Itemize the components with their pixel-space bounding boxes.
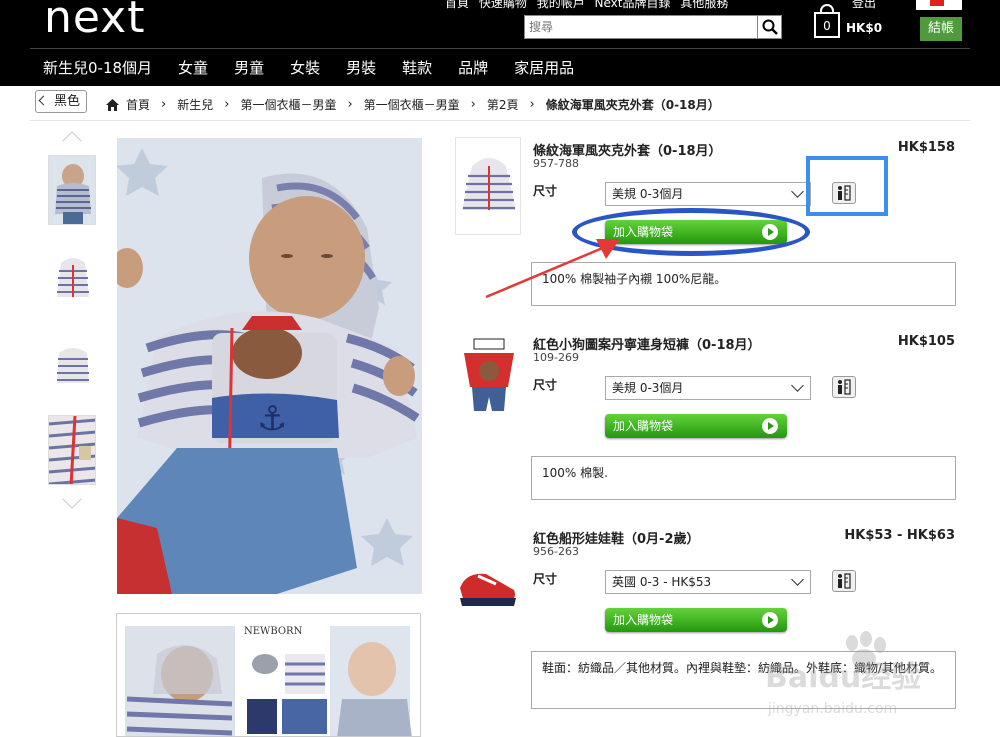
breadcrumb-first-wardrobe-2[interactable]: 第一個衣櫃－男童 — [364, 96, 460, 113]
nav-item-brands[interactable]: 品牌 — [445, 52, 501, 84]
product-description: 100% 棉製. — [531, 456, 956, 500]
add-to-bag-label: 加入購物袋 — [613, 419, 674, 433]
thumbnail-image — [57, 348, 89, 383]
thumbnail-3[interactable] — [48, 328, 96, 398]
search-icon — [762, 19, 778, 35]
product-code: 957-788 — [533, 157, 579, 170]
nav-item-men[interactable]: 男裝 — [333, 52, 389, 84]
top-link-services[interactable]: 其他服務 — [680, 0, 728, 10]
thumbnail-1[interactable] — [48, 155, 96, 225]
size-select-value: 英國 0-3 - HK$53 — [612, 575, 712, 589]
product-thumb-jacket[interactable] — [455, 137, 521, 235]
collage-image: NEWBORN — [125, 626, 412, 736]
nav-item-women[interactable]: 女裝 — [277, 52, 333, 84]
breadcrumb-separator-icon: › — [224, 97, 230, 112]
product-price: HK$53 - HK$63 — [844, 528, 955, 543]
top-link-account[interactable]: 我的帳戶 — [537, 0, 585, 10]
outfit-collage[interactable]: NEWBORN — [116, 613, 421, 737]
breadcrumb-home[interactable]: 首頁 — [126, 96, 150, 113]
search-button[interactable] — [757, 16, 781, 38]
svg-text:⚓: ⚓ — [257, 399, 287, 439]
arrow-right-icon — [762, 418, 778, 434]
size-select[interactable]: 美規 0-3個月 — [605, 376, 811, 400]
add-to-bag-button[interactable]: 加入購物袋 — [605, 414, 787, 438]
chevron-down-icon — [791, 573, 804, 586]
bag-total: HK$0 — [846, 21, 883, 35]
next-logo[interactable]: next — [44, 0, 145, 43]
product-thumb-shoes[interactable] — [455, 525, 521, 623]
site-header: next 首頁 快速購物 我的帳戶 Next品牌目錄 其他服務 登出 0 HK$… — [0, 0, 1000, 86]
breadcrumb-divider — [30, 120, 970, 121]
nav-divider — [30, 48, 970, 49]
baby-jacket-photo: ⚓ — [117, 138, 422, 594]
size-label: 尺寸 — [533, 378, 558, 392]
breadcrumb-page-2[interactable]: 第2頁 — [487, 96, 519, 113]
size-label: 尺寸 — [533, 572, 558, 586]
shoes-image — [460, 573, 516, 606]
breadcrumb-separator-icon: › — [347, 97, 353, 112]
breadcrumb-separator-icon: › — [529, 97, 535, 112]
thumbnail-image — [57, 258, 89, 297]
top-links: 首頁 快速購物 我的帳戶 Next品牌目錄 其他服務 — [445, 0, 734, 11]
nav-item-home[interactable]: 家居用品 — [501, 52, 587, 84]
watermark-url: jingyan.baidu.com — [767, 701, 897, 717]
baidu-paw-logo: Baidu经验 jingyan.baidu.com — [765, 631, 921, 717]
chevron-down-icon — [791, 379, 804, 392]
checkout-button[interactable]: 結帳 — [920, 17, 962, 41]
size-select-value: 美規 0-3個月 — [612, 381, 684, 395]
product-code: 956-263 — [533, 545, 579, 558]
product-code: 109-269 — [533, 351, 579, 364]
nav-item-boys[interactable]: 男童 — [221, 52, 277, 84]
product-price: HK$158 — [897, 140, 955, 155]
annotation-arrow-icon — [485, 239, 620, 299]
size-guide-icon — [838, 379, 851, 395]
logout-link[interactable]: 登出 — [852, 0, 876, 11]
main-nav: 新生兒0-18個月 女童 男童 女裝 男裝 鞋款 品牌 家居用品 — [30, 52, 587, 84]
thumbnail-image — [49, 416, 95, 484]
breadcrumb-first-wardrobe[interactable]: 第一個衣櫃－男童 — [240, 96, 336, 113]
collage-title: NEWBORN — [244, 626, 303, 637]
size-guide-icon — [838, 573, 851, 589]
top-link-home[interactable]: 首頁 — [445, 0, 469, 10]
breadcrumb-separator-icon: › — [161, 97, 167, 112]
breadcrumb-separator-icon: › — [470, 97, 476, 112]
chevron-down-icon — [791, 185, 804, 198]
thumbs-up-arrow-icon[interactable] — [62, 131, 82, 151]
search-input[interactable] — [525, 16, 755, 38]
size-select[interactable]: 美規 0-3個月 — [605, 182, 811, 206]
home-icon — [106, 98, 119, 111]
add-to-bag-label: 加入購物袋 — [613, 613, 674, 627]
breadcrumb-current: 條紋海軍風夾克外套（0-18月） — [545, 98, 720, 112]
thumbnail-4[interactable] — [48, 415, 96, 485]
top-link-quick-shop[interactable]: 快速購物 — [479, 0, 527, 10]
size-select[interactable]: 英國 0-3 - HK$53 — [605, 570, 811, 594]
jacket-image — [462, 158, 516, 210]
size-guide-button[interactable] — [832, 570, 856, 592]
romper-image — [464, 338, 514, 411]
search-box — [524, 15, 782, 39]
size-guide-button[interactable] — [832, 376, 856, 398]
top-link-catalogue[interactable]: Next品牌目錄 — [595, 0, 671, 10]
main-product-image[interactable]: ⚓ — [117, 138, 422, 594]
breadcrumb-newborn[interactable]: 新生兒 — [177, 96, 213, 113]
annotation-rectangle — [806, 156, 888, 216]
watermark-brand: Baidu经验 — [765, 660, 921, 695]
baidu-watermark: Baidu经验 jingyan.baidu.com — [760, 625, 960, 725]
nav-item-girls[interactable]: 女童 — [165, 52, 221, 84]
thumbnail-2[interactable] — [48, 240, 96, 310]
breadcrumb: 首頁 › 新生兒 › 第一個衣櫃－男童 › 第一個衣櫃－男童 › 第2頁 › 條… — [106, 96, 722, 113]
size-label: 尺寸 — [533, 184, 558, 198]
nav-item-newborn[interactable]: 新生兒0-18個月 — [30, 52, 165, 84]
bag-count: 0 — [823, 19, 831, 33]
size-select-value: 美規 0-3個月 — [612, 187, 684, 201]
shopping-bag-icon[interactable]: 0 — [814, 12, 840, 38]
flag-icon — [930, 0, 944, 6]
nav-item-shoes[interactable]: 鞋款 — [389, 52, 445, 84]
thumbs-down-arrow-icon[interactable] — [62, 489, 82, 509]
product-price: HK$105 — [897, 334, 955, 349]
product-thumb-romper[interactable] — [455, 330, 521, 428]
thumbnail-image — [55, 164, 91, 224]
